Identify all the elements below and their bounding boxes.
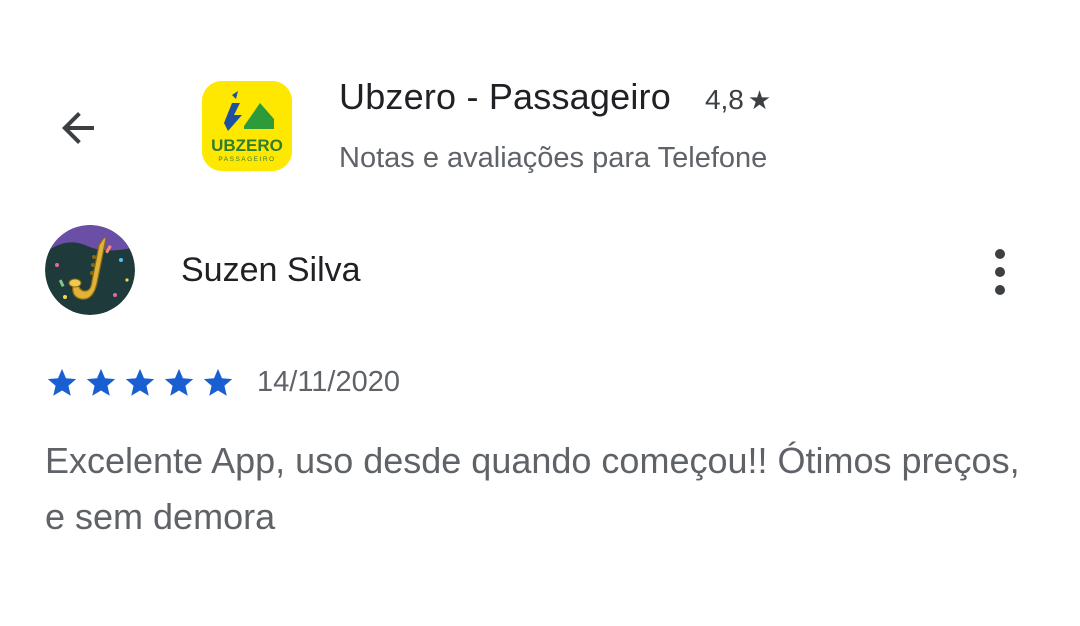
app-title-row: Ubzero - Passageiro 4,8 ★	[339, 76, 771, 118]
review-star-rating	[45, 366, 240, 400]
saxophone-avatar	[45, 225, 135, 315]
more-vert-icon	[995, 249, 1005, 295]
app-icon-subtext: PASSAGEIRO	[218, 156, 275, 163]
reviewer-name: Suzen Silva	[181, 251, 361, 289]
review-date: 14/11/2020	[257, 366, 400, 398]
ubzero-app-icon: UBZERO PASSAGEIRO	[202, 81, 292, 171]
star-icon	[47, 368, 77, 396]
app-name: Ubzero - Passageiro	[339, 76, 671, 117]
star-icon	[86, 368, 116, 396]
star-icon	[125, 368, 155, 396]
more-options-button[interactable]	[980, 246, 1020, 298]
app-rating: 4,8	[704, 84, 744, 115]
star-icon	[164, 368, 194, 396]
arrow-back-icon	[62, 112, 94, 144]
review-text: Excelente App, uso desde quando começou!…	[45, 440, 1020, 537]
app-icon-text: UBZERO	[211, 136, 283, 155]
back-button[interactable]	[52, 102, 104, 154]
app-subtitle: Notas e avaliações para Telefone	[339, 142, 768, 174]
avatar[interactable]	[45, 225, 135, 315]
rating-star-icon: ★	[747, 85, 772, 115]
star-icon	[203, 368, 233, 396]
